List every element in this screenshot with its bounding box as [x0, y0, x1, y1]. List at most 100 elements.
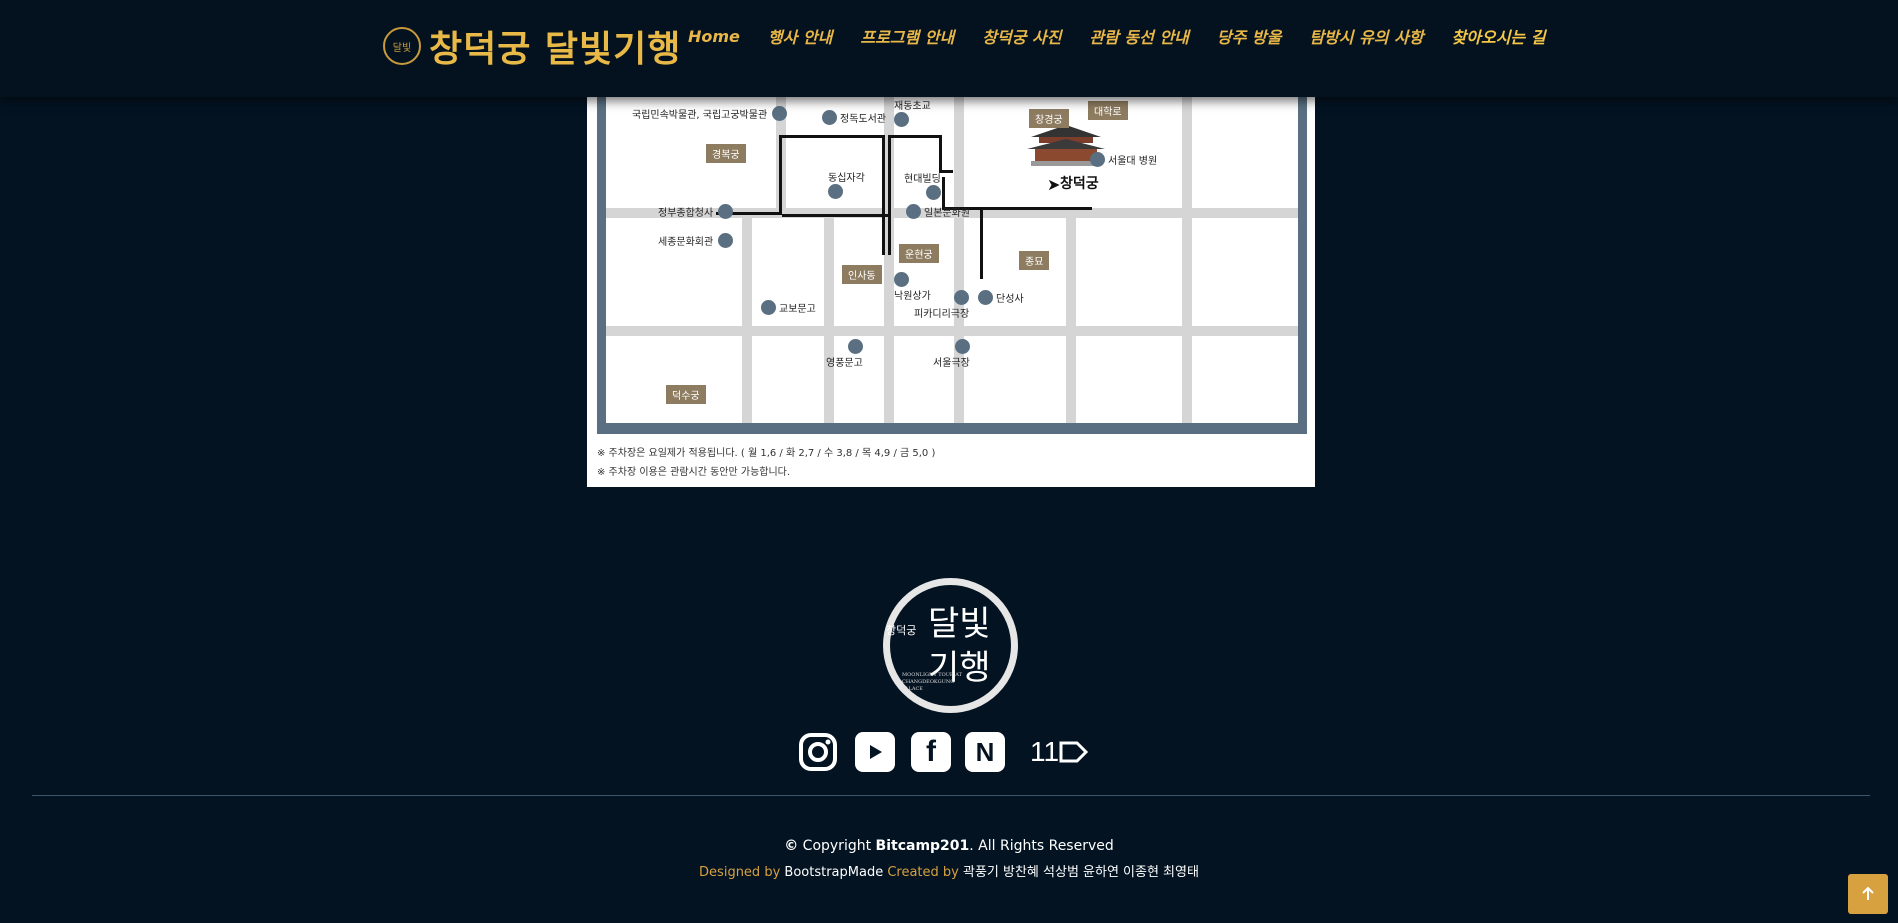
route-line — [980, 207, 983, 279]
copyright-tail: . All Rights Reserved — [969, 838, 1114, 854]
instagram-link[interactable] — [798, 732, 838, 772]
poi-kyobo: 교보문고 — [761, 300, 816, 315]
11st-icon: 11 — [1030, 732, 1092, 772]
route-line — [782, 214, 888, 217]
location-pin-icon — [954, 290, 970, 305]
route-line — [882, 135, 885, 255]
poi-label: 피카디리극장 — [914, 309, 970, 320]
copyright-symbol: © — [784, 838, 799, 854]
route-line — [779, 135, 782, 215]
nav-program-info[interactable]: 프로그램 안내 — [860, 24, 954, 48]
poi-dansungsa: 단성사 — [978, 290, 1024, 305]
instagram-icon — [799, 733, 837, 771]
facebook-link[interactable]: f — [911, 732, 951, 772]
naver-icon: N — [965, 732, 1005, 772]
main-nav: Home 행사 안내 프로그램 안내 창덕궁 사진 관람 동선 안내 당주 방울… — [688, 24, 1545, 48]
poi-label: 세종문화회관 — [658, 237, 714, 248]
road — [824, 208, 834, 423]
location-pin-icon — [718, 204, 734, 219]
footer-logo-english: MOONLIGHT TOUR AT CHANGDEOKGUNG PALACE — [902, 672, 962, 692]
nav-tour-route[interactable]: 관람 동선 안내 — [1089, 24, 1188, 48]
poi-dongsipjagak: 동십자각 — [828, 169, 865, 199]
11st-link[interactable]: 11 — [1030, 732, 1092, 772]
palace-label: 창덕궁 — [1060, 176, 1099, 192]
location-pin-icon — [954, 339, 970, 354]
poi-ilbon-culture: 일본문화원 — [906, 204, 970, 219]
road — [1182, 97, 1192, 423]
back-to-top-button[interactable] — [1848, 874, 1888, 914]
location-pin-icon — [822, 110, 837, 125]
nav-precautions[interactable]: 탐방시 유의 사항 — [1309, 24, 1423, 48]
nav-bell[interactable]: 당주 방울 — [1217, 24, 1281, 48]
copyright-owner: Bitcamp201 — [875, 838, 970, 854]
poi-sejong-center: 세종문화회관 — [658, 233, 734, 248]
poi-seoul-theater: 서울극장 — [933, 339, 970, 369]
poi-label: 국립민속박물관, 국립고궁박물관 — [632, 110, 768, 121]
brand-logo[interactable]: 달빛 창덕궁 달빛기행 — [383, 22, 681, 70]
map-tag-jongmyo: 종묘 — [1019, 251, 1050, 270]
poi-snu-hospital: 서울대 병원 — [1090, 152, 1157, 167]
destination-arrow-icon: ➤ — [1047, 175, 1061, 194]
road — [1066, 208, 1076, 423]
brand-emblem-icon: 달빛 — [383, 27, 421, 65]
copyright-line: © Copyright Bitcamp201. All Rights Reser… — [0, 838, 1898, 854]
map-tag-daehangno: 대학로 — [1088, 101, 1128, 120]
nav-home[interactable]: Home — [688, 27, 740, 46]
footer-divider — [32, 795, 1870, 796]
poi-label: 서울대 병원 — [1108, 156, 1158, 167]
arrow-up-icon — [1862, 886, 1874, 900]
location-pin-icon — [925, 185, 941, 200]
location-pin-icon — [978, 290, 993, 305]
bootstrapmade-link[interactable]: BootstrapMade — [784, 865, 883, 880]
map-tag-gyeongbokgung: 경복궁 — [706, 144, 746, 163]
poi-youngpoong: 영풍문고 — [826, 339, 863, 369]
route-line — [939, 135, 942, 171]
credits-line: Designed by BootstrapMade Created by 곽풍기… — [0, 861, 1898, 880]
facebook-icon: f — [911, 732, 951, 772]
map-frame: ➤ 창덕궁 경복궁 창경궁 대학로 운현궁 인사동 종묘 덕수궁 국립민속박물관… — [597, 97, 1307, 434]
poi-label: 재동초교 — [894, 101, 931, 112]
map-tag-changgyeonggung: 창경궁 — [1029, 109, 1069, 128]
brand-name[interactable]: 창덕궁 달빛기행 — [429, 20, 681, 72]
location-pin-icon — [772, 106, 788, 121]
poi-label: 교보문고 — [779, 304, 816, 315]
location-pin-icon — [894, 112, 909, 127]
parking-note-1: ※ 주차장은 요일제가 적용됩니다. ( 월 1,6 / 화 2,7 / 수 3… — [597, 448, 936, 459]
poi-label: 일본문화원 — [924, 208, 970, 219]
directions-map: ➤ 창덕궁 경복궁 창경궁 대학로 운현궁 인사동 종묘 덕수궁 국립민속박물관… — [606, 97, 1298, 423]
poi-label: 정부종합청사 — [658, 208, 714, 219]
parking-note-2: ※ 주차장 이용은 관람시간 동안만 가능합니다. — [597, 467, 791, 478]
nav-palace-photos[interactable]: 창덕궁 사진 — [982, 24, 1061, 48]
poi-folk-museum: 국립민속박물관, 국립고궁박물관 — [632, 106, 788, 121]
footer-logo-title-1: 달빛 — [928, 604, 991, 644]
route-line — [888, 135, 942, 138]
road — [606, 326, 1298, 336]
directions-map-card: ➤ 창덕궁 경복궁 창경궁 대학로 운현궁 인사동 종묘 덕수궁 국립민속박물관… — [587, 97, 1315, 487]
created-by-label: Created by — [883, 865, 963, 880]
route-line — [939, 170, 953, 173]
nav-directions[interactable]: 찾아오시는 길 — [1452, 24, 1546, 48]
location-pin-icon — [906, 204, 921, 219]
youtube-icon — [855, 732, 895, 772]
location-pin-icon — [828, 184, 843, 199]
route-line — [888, 135, 891, 255]
map-tag-deoksugung: 덕수궁 — [666, 385, 706, 404]
poi-label: 서울극장 — [933, 358, 970, 369]
youtube-link[interactable] — [855, 732, 895, 772]
11st-glyph: 11 — [1030, 736, 1060, 767]
poi-jeongdok-library: 정독도서관 — [822, 110, 886, 125]
poi-label: 동십자각 — [828, 173, 865, 184]
map-tag-unhyeongung: 운현궁 — [899, 244, 939, 263]
naver-link[interactable]: N — [965, 732, 1005, 772]
map-tag-insadong: 인사동 — [842, 265, 882, 284]
site-header: 달빛 창덕궁 달빛기행 Home 행사 안내 프로그램 안내 창덕궁 사진 관람… — [0, 0, 1898, 97]
poi-piccadilly: 피카디리극장 — [914, 290, 970, 320]
copyright-text: Copyright — [798, 838, 876, 854]
nav-event-info[interactable]: 행사 안내 — [768, 24, 832, 48]
location-pin-icon — [847, 339, 863, 354]
poi-label: 영풍문고 — [826, 358, 863, 369]
poi-jaedong-school: 재동초교 — [894, 97, 931, 127]
footer-logo-small-text: 창덕궁 — [886, 624, 917, 637]
road — [954, 97, 964, 423]
road — [742, 208, 752, 423]
